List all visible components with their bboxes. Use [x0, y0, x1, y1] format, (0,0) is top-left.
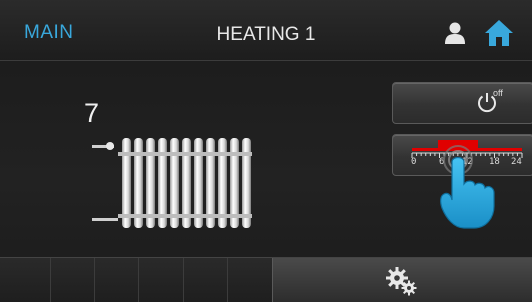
temperature-value: 7 — [84, 98, 100, 128]
touch-hand-icon — [440, 145, 495, 229]
bottom-cell — [94, 258, 139, 302]
tick-label: 0 — [411, 157, 417, 167]
bottom-cell — [50, 258, 95, 302]
radiator-icon — [92, 138, 252, 228]
user-icon[interactable] — [443, 21, 467, 45]
bottom-cell — [183, 258, 228, 302]
tick-label: 24 — [511, 157, 522, 167]
bottom-cell — [227, 258, 273, 302]
bottom-cell — [0, 258, 51, 302]
gears-icon — [386, 267, 417, 296]
power-status-label: off — [493, 88, 503, 98]
power-button[interactable]: off — [392, 82, 532, 124]
bottom-cell — [138, 258, 184, 302]
settings-button[interactable] — [272, 258, 532, 302]
home-icon[interactable] — [484, 19, 514, 47]
heating-screen: MAIN HEATING 1 7 off 0 6 12 18 24 — [0, 0, 532, 302]
header-bar: MAIN HEATING 1 — [0, 0, 532, 61]
